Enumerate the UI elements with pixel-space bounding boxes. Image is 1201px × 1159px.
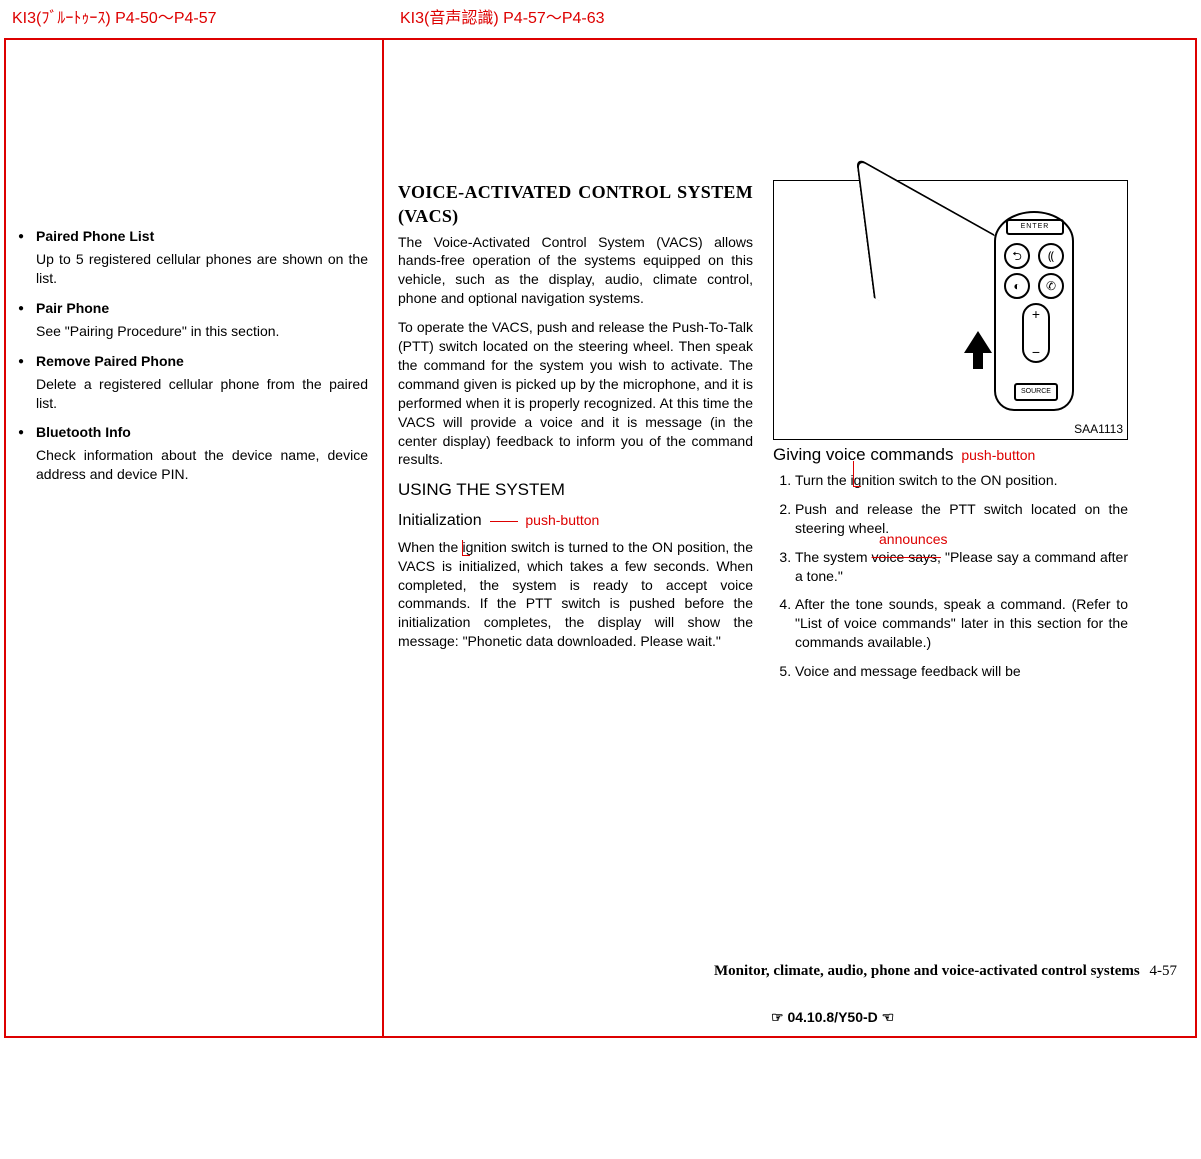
back-button-icon: ⮌ <box>1004 243 1030 269</box>
item-remove-paired-body: Delete a registered cellular phone from … <box>36 375 368 413</box>
item-pair-phone-title: Pair Phone <box>36 300 368 316</box>
steering-control-illustration: ENTER ⮌ ⸨ ◐ ✆ +− SOURCE SAA1113 <box>773 180 1128 440</box>
vacs-operate: To operate the VACS, push and release th… <box>398 318 753 469</box>
footer-page-number: 4-57 <box>1150 963 1178 979</box>
using-system-heading: USING THE SYSTEM <box>398 479 753 502</box>
item-paired-phone-list-body: Up to 5 registered cellular phones are s… <box>36 250 368 288</box>
annotation-line-icon <box>490 521 518 522</box>
insertion-mark-icon <box>462 540 470 556</box>
voice-command-steps: Turn the ignition switch to the ON posit… <box>773 471 1128 681</box>
annotation-push-button-1: push-button <box>525 512 599 528</box>
giving-voice-commands-heading: Giving voice commands <box>773 445 953 464</box>
vacs-title: VOICE-ACTIVATED CONTROL SYSTEM (VACS) <box>398 180 753 229</box>
item-paired-phone-list-title: Paired Phone List <box>36 228 368 244</box>
document-reference: ☞ 04.10.8/Y50-D ☜ <box>771 1009 894 1026</box>
pointer-arrow-icon <box>964 331 992 353</box>
left-column: Paired Phone List Up to 5 registered cel… <box>6 40 384 1036</box>
item-bluetooth-info-title: Bluetooth Info <box>36 424 368 440</box>
section-footer: Monitor, climate, audio, phone and voice… <box>714 963 1177 980</box>
step-3: announces The system voice says, "Please… <box>795 548 1128 586</box>
annotation-announces: announces <box>879 530 948 549</box>
mode-button-icon: ◐ <box>1004 273 1030 299</box>
enter-button-illustration: ENTER <box>1006 219 1064 235</box>
page-frame: Paired Phone List Up to 5 registered cel… <box>4 38 1197 1038</box>
vacs-column: VOICE-ACTIVATED CONTROL SYSTEM (VACS) Th… <box>398 180 753 691</box>
phone-button-icon: ✆ <box>1038 273 1064 299</box>
pointer-arrow-stem <box>973 351 983 369</box>
step-1: Turn the ignition switch to the ON posit… <box>795 471 1128 490</box>
step-5: Voice and message feedback will be <box>795 662 1128 681</box>
initialization-body: When the ignition switch is turned to th… <box>398 538 753 651</box>
insertion-mark-icon <box>853 461 861 487</box>
footer-section-title: Monitor, climate, audio, phone and voice… <box>714 963 1140 979</box>
strike-voice-says: voice says, <box>872 549 941 565</box>
initialization-heading: Initialization <box>398 510 482 532</box>
item-remove-paired-title: Remove Paired Phone <box>36 353 368 369</box>
volume-rocker-illustration: +− <box>1022 303 1050 363</box>
item-bluetooth-info-body: Check information about the device name,… <box>36 446 368 484</box>
image-code: SAA1113 <box>1074 421 1123 437</box>
step-2: Push and release the PTT switch located … <box>795 500 1128 538</box>
source-button-illustration: SOURCE <box>1014 383 1058 401</box>
header-note-right: KI3(音声認識) P4-57～P4-63 <box>388 4 605 28</box>
item-pair-phone-body: See "Pairing Procedure" in this section. <box>36 322 368 341</box>
header-note-left: KI3(ﾌﾞﾙｰﾄｩｰｽ) P4-50～P4-57 <box>8 4 388 28</box>
annotation-push-button-2: push-button <box>961 447 1035 463</box>
step-4: After the tone sounds, speak a command. … <box>795 595 1128 652</box>
voice-button-icon: ⸨ <box>1038 243 1064 269</box>
vacs-intro: The Voice-Activated Control System (VACS… <box>398 233 753 309</box>
right-area: VOICE-ACTIVATED CONTROL SYSTEM (VACS) Th… <box>384 40 1195 1036</box>
giving-commands-column: ENTER ⮌ ⸨ ◐ ✆ +− SOURCE SAA1113 <box>773 180 1128 691</box>
